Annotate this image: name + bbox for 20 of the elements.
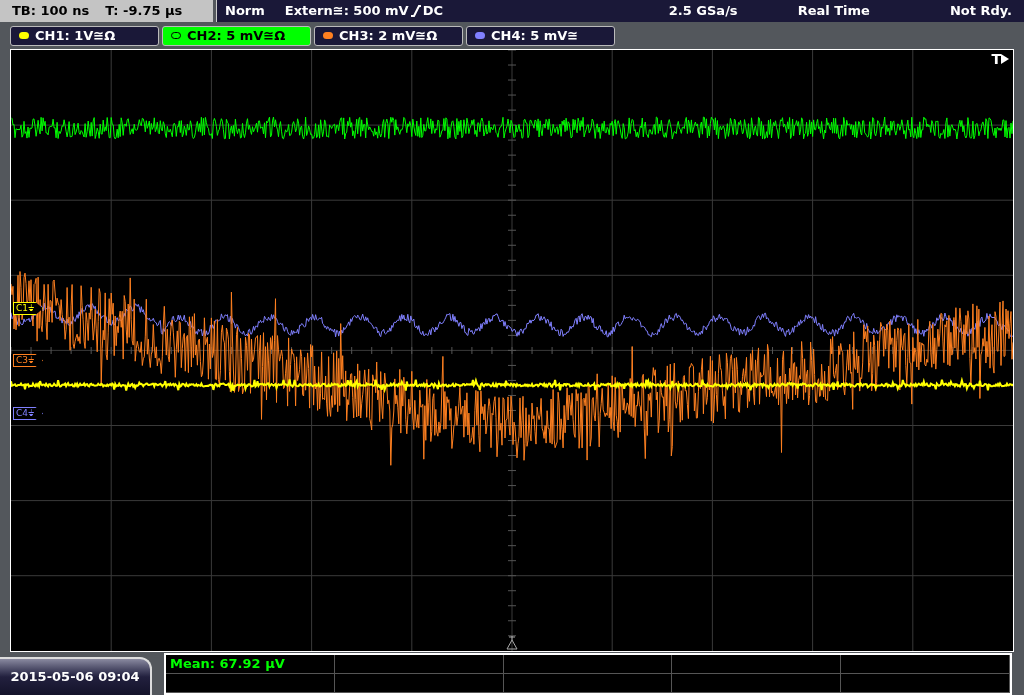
- channel-tab[interactable]: CH4: 5 mV≅: [466, 25, 615, 46]
- channel-ground-marker: C3⏚: [13, 354, 43, 367]
- trigger-marker: T: [991, 52, 1001, 66]
- trigger-coupling-label: DC: [422, 2, 443, 21]
- channel-tab[interactable]: CH1: 1V≅Ω: [10, 25, 159, 46]
- channel-ground-marker: C4⏚: [13, 407, 43, 420]
- status-label: Not Rdy.: [949, 2, 1012, 21]
- trigger-mode-label: Norm: [225, 2, 265, 21]
- channel-tab[interactable]: CH2: 5 mV≅Ω: [162, 25, 311, 46]
- trigger-position-icon: [506, 636, 518, 650]
- channel-ground-marker: C1⏚: [13, 302, 43, 315]
- timebase-label: TB: 100 ns: [12, 2, 90, 21]
- sample-rate-label: 2.5 GSa/s: [668, 2, 738, 21]
- rising-edge-icon: [409, 4, 422, 19]
- acquisition-mode-label: Real Time: [797, 2, 870, 21]
- channel-tab[interactable]: CH3: 2 mV≅Ω: [314, 25, 463, 46]
- trigger-source-label: Extern≅: 500 mV: [284, 2, 409, 21]
- play-arrow-icon: [1001, 54, 1009, 64]
- trigger-time-label: T: -9.75 µs: [105, 2, 183, 21]
- measurement-cell: Mean: 67.92 µV: [166, 655, 335, 674]
